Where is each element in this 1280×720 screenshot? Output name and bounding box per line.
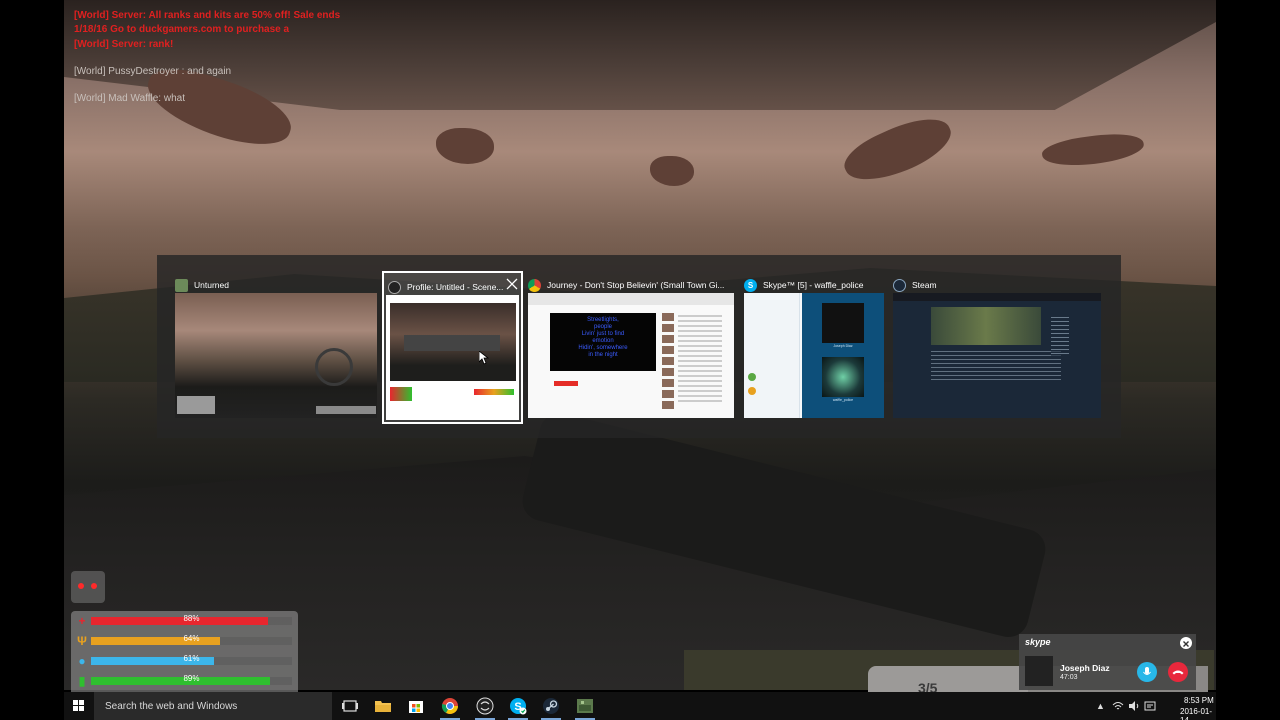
window-title: Steam (912, 280, 937, 290)
avatar (1025, 656, 1053, 686)
skype-logo: skype (1025, 637, 1051, 647)
volume-icon[interactable] (1128, 700, 1140, 712)
clock-time[interactable]: 8:53 PM (1184, 696, 1214, 705)
skype-icon: S (744, 278, 757, 292)
stamina-icon: ▮ (78, 674, 86, 688)
window-preview (175, 293, 377, 418)
video-call-tile (822, 357, 864, 397)
window-title: Journey - Don't Stop Believin' (Small To… (547, 280, 725, 290)
clock-date[interactable]: 2016-01-14 (1180, 707, 1216, 720)
store-icon[interactable] (406, 696, 426, 716)
window-title: Unturned (194, 280, 229, 290)
stat-value: 61% (183, 654, 200, 663)
screen: [World] Server: All ranks and kits are 5… (0, 0, 1280, 720)
action-center-icon[interactable] (1144, 700, 1156, 712)
chat-log: [World] Server: All ranks and kits are 5… (74, 9, 374, 106)
stat-water: ● 61% (71, 652, 298, 672)
video-player: Streetlights, people Livin' just to find… (550, 313, 656, 371)
steam-icon (893, 278, 906, 292)
roof-rivet (837, 107, 959, 193)
player-stats-panel: + 88% Ψ 64% ● 61% ▮ 89% (71, 611, 298, 693)
mouse-cursor-icon (479, 351, 489, 365)
switcher-window-obs[interactable]: Profile: Untitled - Scene... (382, 271, 523, 424)
ammo-counter: 3/5 (868, 666, 1028, 696)
obs-icon (388, 280, 401, 294)
roof-rivet (650, 156, 694, 186)
chat-line: [World] Server: rank! (74, 39, 174, 50)
preview-counter (316, 406, 376, 414)
stat-value: 89% (183, 674, 200, 683)
call-duration: 47:03 (1060, 674, 1078, 681)
end-call-button[interactable] (1168, 662, 1188, 682)
player-status-face (71, 571, 105, 603)
system-tray: ▲ 8:53 PM 2016-01-14 (1092, 692, 1216, 720)
network-icon[interactable] (1112, 700, 1124, 712)
caller-name: Joseph Diaz (1060, 663, 1110, 673)
stat-value: 64% (183, 634, 200, 643)
window-preview: Joseph Diaz waffle_police (744, 293, 884, 418)
roof-rivet (436, 128, 494, 164)
video-call-tile (822, 303, 864, 343)
chrome-icon (528, 278, 541, 292)
obs-icon[interactable] (475, 696, 495, 720)
unturned-icon (175, 278, 188, 292)
stat-food: Ψ 64% (71, 632, 298, 652)
task-switcher: Unturned Profile: Untitled - Scene... Jo… (157, 255, 1121, 438)
chevron-up-icon[interactable]: ▲ (1096, 701, 1105, 711)
window-preview (893, 293, 1101, 418)
steam-icon[interactable] (541, 696, 561, 720)
preview-scope (315, 348, 353, 386)
water-icon: ● (78, 654, 86, 668)
microphone-button[interactable] (1137, 662, 1157, 682)
search-box[interactable]: Search the web and Windows (94, 692, 332, 720)
roof-rivet (1040, 129, 1146, 171)
window-preview (386, 295, 519, 420)
task-view-icon[interactable] (340, 696, 360, 716)
health-icon: + (78, 614, 86, 628)
chat-line: [World] Mad Waffle: what (74, 93, 185, 104)
chrome-icon[interactable] (440, 696, 460, 720)
taskbar: Search the web and Windows S ▲ 8:53 PM 2… (64, 692, 1216, 720)
chat-line: [World] PussyDestroyer : and again (74, 66, 232, 77)
start-button[interactable] (64, 692, 94, 720)
file-explorer-icon[interactable] (373, 696, 393, 716)
stat-health: + 88% (71, 612, 298, 632)
stat-value: 88% (183, 614, 200, 623)
window-title: Profile: Untitled - Scene... (407, 282, 503, 292)
search-placeholder: Search the web and Windows (105, 701, 238, 712)
chat-line: [World] Server: All ranks and kits are 5… (74, 10, 341, 21)
switcher-window-steam[interactable]: Steam (893, 271, 1103, 423)
window-title: Skype™ [5] - waffle_police (763, 280, 864, 290)
stat-stamina: ▮ 89% (71, 672, 298, 692)
chat-line: 1/18/16 Go to duckgamers.com to purchase… (74, 24, 290, 35)
switcher-window-unturned[interactable]: Unturned (175, 271, 379, 423)
skype-icon[interactable]: S (508, 696, 528, 720)
food-icon: Ψ (77, 634, 87, 648)
close-icon[interactable] (1180, 637, 1192, 649)
unturned-icon[interactable] (575, 696, 595, 720)
skype-call-notification[interactable]: skype Joseph Diaz 47:03 (1019, 634, 1196, 690)
preview-stat-bars (177, 396, 215, 414)
switcher-window-chrome[interactable]: Journey - Don't Stop Believin' (Small To… (528, 271, 736, 423)
windows-logo-icon (73, 700, 84, 711)
window-preview: Streetlights, people Livin' just to find… (528, 293, 734, 418)
switcher-window-skype[interactable]: S Skype™ [5] - waffle_police Joseph Diaz… (744, 271, 886, 423)
close-icon[interactable] (506, 278, 518, 290)
